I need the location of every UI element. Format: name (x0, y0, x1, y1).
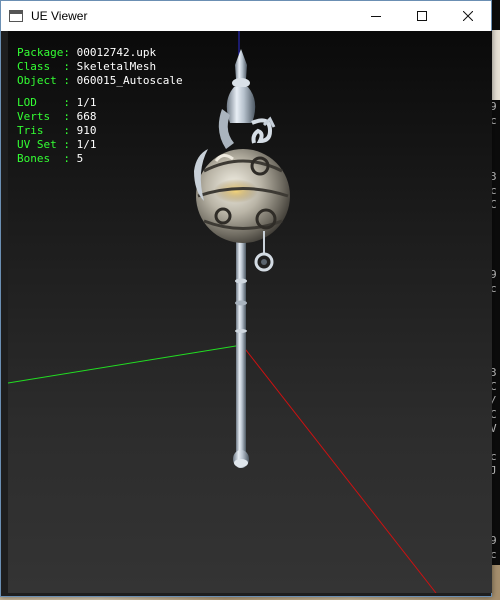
minimize-button[interactable] (353, 1, 399, 31)
info-value: 1/1 (76, 138, 97, 151)
info-row: UV Set : 1/1 (17, 138, 183, 152)
staff-model (194, 49, 290, 468)
info-row: Package: 00012742.upk (17, 46, 183, 60)
info-value: 5 (76, 152, 84, 165)
info-value: 668 (76, 110, 97, 123)
maximize-button[interactable] (399, 1, 445, 31)
info-label: Package: (17, 46, 70, 59)
title-bar[interactable]: UE Viewer (1, 1, 491, 31)
info-label: Verts : (17, 110, 70, 123)
close-icon (463, 11, 473, 21)
window-title: UE Viewer (31, 9, 88, 23)
maximize-icon (417, 11, 427, 21)
info-row: Tris : 910 (17, 124, 183, 138)
minimize-icon (371, 16, 381, 17)
y-axis-line (8, 344, 243, 384)
info-group-spacer (17, 88, 183, 96)
info-row: Bones : 5 (17, 152, 183, 166)
3d-viewport[interactable]: Package: 00012742.upk Class : SkeletalMes… (8, 31, 492, 593)
info-label: LOD : (17, 96, 70, 109)
info-label: Tris : (17, 124, 70, 137)
close-button[interactable] (445, 1, 491, 31)
info-value: SkeletalMesh (76, 60, 157, 73)
info-value: 060015_Autoscale (76, 74, 183, 87)
info-row: Object : 060015_Autoscale (17, 74, 183, 88)
info-row: Verts : 668 (17, 110, 183, 124)
app-window-icon (9, 10, 23, 22)
x-axis-line (241, 344, 437, 593)
info-value: 910 (76, 124, 97, 137)
info-row: LOD : 1/1 (17, 96, 183, 110)
info-label: Bones : (17, 152, 70, 165)
info-row: Class : SkeletalMesh (17, 60, 183, 74)
info-label: UV Set : (17, 138, 70, 151)
info-value: 00012742.upk (76, 46, 157, 59)
info-label: Class : (17, 60, 70, 73)
info-label: Object : (17, 74, 70, 87)
info-value: 1/1 (76, 96, 97, 109)
ue-viewer-window: UE Viewer Package: 00012742.upk Class: … (0, 0, 492, 597)
mesh-info-overlay: Package: 00012742.upk Class : SkeletalMes… (17, 46, 183, 166)
